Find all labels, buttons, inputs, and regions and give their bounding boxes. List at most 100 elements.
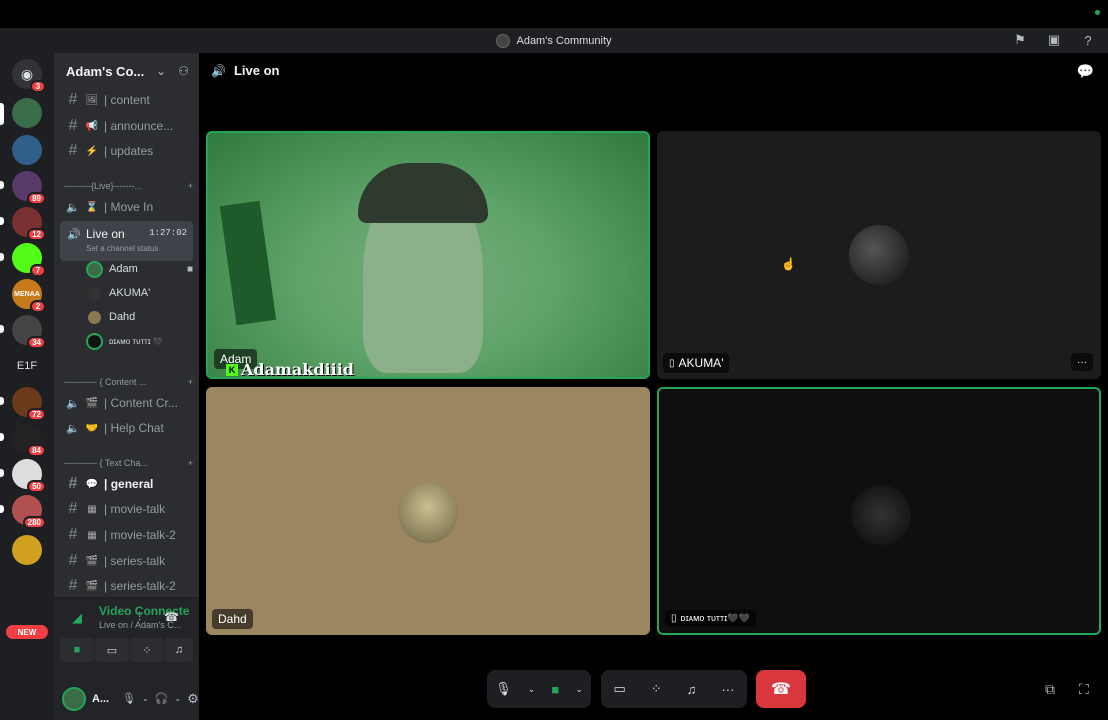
voice-user[interactable]: Dahd (86, 306, 193, 328)
category-label: ----------- { Text Cha... (64, 458, 148, 468)
server-icon[interactable]: 72 (12, 387, 46, 421)
chat-icon[interactable]: 💬 (1077, 63, 1094, 80)
category-live[interactable]: ---------{Live}-------... + (64, 181, 193, 191)
film-icon: ▦ (87, 529, 97, 541)
channel-movie-talk-2[interactable]: # ▦ | movie-talk-2 (60, 523, 193, 547)
call-timer: 1:27:02 (149, 228, 187, 238)
channel-movie-talk[interactable]: # ▦ | movie-talk (60, 497, 193, 521)
server-icon-adam[interactable] (12, 98, 42, 128)
channel-status[interactable]: Set a channel status (86, 244, 159, 253)
soundboard-icon[interactable]: ♫ (687, 682, 697, 697)
add-channel-icon[interactable]: + (188, 377, 193, 387)
speaker-icon: 🔊 (67, 229, 81, 241)
server-icon[interactable]: 12 (12, 207, 46, 241)
activities-icon[interactable]: ⁘ (651, 681, 662, 697)
channel-move-in[interactable]: 🔈 ⌛ | Move In (60, 195, 193, 219)
gear-icon[interactable]: ⚙ (187, 691, 199, 707)
kick-server-icon[interactable]: 7 (12, 243, 46, 277)
category-text[interactable]: ----------- { Text Cha... + (64, 458, 193, 468)
channel-content-creators[interactable]: 🔈 🎬 | Content Cr... (60, 391, 193, 415)
server-icon[interactable] (12, 135, 42, 165)
channel-label: | series-talk-2 (104, 579, 176, 593)
channel-emoji: 🖼 (85, 94, 99, 106)
server-icon (496, 33, 511, 48)
user-name: Dahd (109, 311, 136, 323)
channel-series-talk[interactable]: # 🎬 | series-talk (60, 549, 193, 573)
phone-icon: ▯ (671, 613, 677, 624)
video-tile-diamo[interactable]: ▯ ᴅɪᴀᴍᴏ ᴛᴜᴛᴛɪ🖤🖤 (657, 387, 1101, 635)
phone-icon: ▯ (669, 357, 675, 369)
chevron-down-icon[interactable]: ⌄ (156, 64, 166, 78)
microphone-icon[interactable]: 🎙 (122, 692, 136, 705)
unread-pill (0, 217, 4, 225)
add-channel-icon[interactable]: + (188, 458, 193, 468)
voice-user[interactable]: AKUMA' (86, 282, 193, 304)
screen-share-icon[interactable]: ▭ (614, 681, 626, 697)
inbox-icon[interactable]: ▣ (1046, 32, 1062, 48)
video-tile-dahd[interactable]: Dahd (206, 387, 650, 635)
flag-icon[interactable]: ⚑ (1012, 32, 1028, 48)
channel-help-chat[interactable]: 🔈 🤝 | Help Chat (60, 416, 193, 440)
channel-title: Live on (233, 63, 280, 78)
chevron-down-icon[interactable]: ⌄ (575, 684, 583, 695)
hash-icon: # (68, 500, 78, 517)
soundboard-icon: ♫ (174, 644, 184, 656)
channel-series-talk-2[interactable]: # 🎬 | series-talk-2 (60, 574, 193, 598)
soundboard-button[interactable]: ♫ (165, 638, 193, 662)
user-name: ᴅɪᴀᴍᴏ ᴛᴜᴛᴛɪ 🖤 (109, 336, 163, 346)
activities-icon: ⁘ (142, 644, 152, 657)
server-header[interactable]: Adam's Co... ⌄ ⚇ (54, 53, 199, 89)
window-title-text: Adam's Community (516, 34, 612, 47)
channel-live-on[interactable]: 🔊 Live on 1:27:02 Set a channel status (60, 221, 193, 261)
server-icon[interactable]: 89 (12, 171, 46, 205)
disconnect-button[interactable]: ☎ (756, 670, 806, 708)
chevron-down-icon[interactable]: ⌄ (528, 684, 536, 695)
chevron-down-icon[interactable]: ⌄ (174, 694, 181, 703)
more-icon[interactable]: ··· (721, 682, 734, 697)
server-icon[interactable] (12, 535, 42, 565)
help-icon[interactable]: ? (1080, 32, 1096, 48)
speaker-icon: 🔈 (66, 422, 80, 435)
server-icon[interactable]: 50 (12, 459, 46, 493)
server-icon[interactable]: 84 (12, 423, 46, 457)
speech-bubble-icon: 💬 (85, 478, 99, 490)
popout-icon[interactable]: ⧉ (1045, 681, 1055, 698)
discord-home-icon[interactable]: ◉ 3 (12, 59, 46, 93)
add-channel-icon[interactable]: + (188, 181, 193, 191)
fullscreen-icon[interactable]: ⛶ (1079, 681, 1089, 698)
server-icon[interactable]: 34 (12, 315, 46, 349)
chevron-down-icon[interactable]: ⌄ (142, 694, 149, 703)
category-content[interactable]: ----------- { Content ... + (64, 377, 193, 387)
call-view: 🔊 Live on 💬 Adam K Adamakdiiid ☝ ▯ AKUMA'… (199, 53, 1108, 720)
avatar (851, 485, 911, 545)
server-icon-menaa[interactable]: MENAA 2 (12, 279, 46, 313)
headphones-icon[interactable]: 🎧 (155, 692, 169, 705)
channel-updates[interactable]: # ⚡ | updates (60, 139, 193, 163)
channel-announcements[interactable]: # 📢 | announce... (60, 114, 193, 138)
add-member-icon[interactable]: ⚇ (178, 64, 189, 78)
channel-label: | updates (104, 144, 154, 158)
disconnect-icon[interactable]: ☎ (164, 610, 179, 624)
microphone-icon[interactable]: 🎙 (495, 681, 512, 697)
video-tile-akuma[interactable]: ☝ ▯ AKUMA' ··· (657, 131, 1101, 379)
avatar[interactable] (62, 686, 86, 711)
server-icon-e1f[interactable]: E1F (12, 360, 42, 372)
window-title: Adam's Community (496, 33, 612, 48)
activities-button[interactable]: ⁘ (130, 638, 164, 662)
voice-user[interactable]: ᴅɪᴀᴍᴏ ᴛᴜᴛᴛɪ 🖤 (86, 330, 193, 352)
screen-share-button[interactable]: ▭ (95, 638, 129, 662)
voice-user[interactable]: Adam ■ (86, 258, 193, 280)
channel-content[interactable]: # 🖼 | content (60, 88, 193, 112)
stream-overlay: K Adamakdiiid (226, 360, 354, 377)
user-name: A... (92, 692, 110, 705)
more-options-button[interactable]: ··· (1071, 353, 1093, 371)
noise-suppression-icon[interactable]: ⫶ (138, 610, 141, 625)
badge: 2 (30, 300, 46, 313)
camera-icon[interactable]: ■ (551, 682, 559, 697)
call-header: 🔊 Live on (211, 63, 279, 78)
hash-icon: # (68, 475, 78, 492)
server-icon[interactable]: 280 (12, 495, 46, 529)
video-tile-adam[interactable]: Adam K Adamakdiiid (206, 131, 650, 379)
channel-general[interactable]: # 💬 | general (60, 472, 193, 496)
camera-toggle-button[interactable]: ■ (60, 638, 94, 662)
